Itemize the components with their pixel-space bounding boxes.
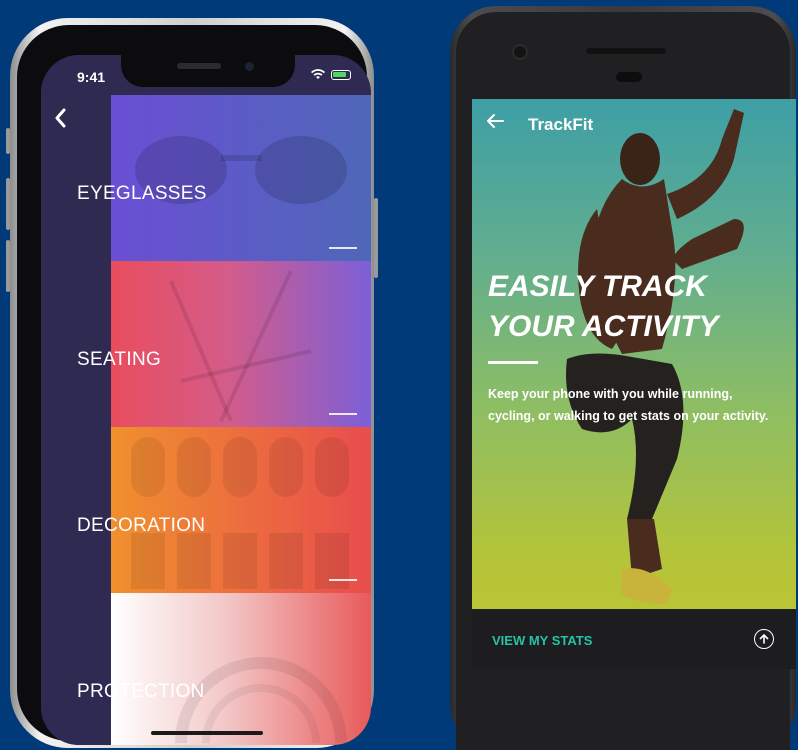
power-button — [374, 198, 378, 278]
hero-subtitle: Keep your phone with you while running, … — [488, 387, 769, 423]
eyeglasses-illustration — [135, 136, 347, 204]
chair-illustration — [169, 270, 312, 422]
notch — [121, 55, 295, 87]
category-label-eyeglasses: EYEGLASSES — [77, 183, 207, 204]
front-camera — [245, 62, 254, 71]
trackfit-screen: TrackFit EASILY TRACK YOUR ACTIVITY Keep… — [472, 99, 796, 669]
iphone-screen: 9:41 EYEGLASSES SEATING DECORATION PROTE… — [41, 55, 371, 745]
helmet-illustration — [175, 657, 347, 744]
decoration-illustration — [131, 437, 349, 589]
view-my-stats-button[interactable]: VIEW MY STATS — [492, 633, 592, 648]
category-decoration[interactable] — [111, 427, 371, 593]
category-label-seating: SEATING — [77, 349, 162, 370]
home-indicator[interactable] — [151, 731, 263, 735]
android-device: TrackFit EASILY TRACK YOUR ACTIVITY Keep… — [450, 6, 796, 750]
android-bezel: TrackFit EASILY TRACK YOUR ACTIVITY Keep… — [456, 12, 796, 750]
status-time: 9:41 — [77, 69, 106, 85]
app-bar: TrackFit — [472, 99, 796, 149]
hero-title-line1: EASILY TRACK — [488, 270, 707, 303]
volume-up-button — [6, 178, 10, 230]
volume-down-button — [6, 240, 10, 292]
iphone-device: 9:41 EYEGLASSES SEATING DECORATION PROTE… — [6, 18, 378, 748]
category-indicator — [329, 247, 357, 249]
side-rail — [41, 55, 111, 745]
speaker — [586, 48, 666, 54]
earpiece — [616, 72, 642, 82]
status-icons — [311, 69, 351, 80]
front-camera — [512, 44, 528, 60]
mute-switch — [6, 128, 10, 154]
speaker — [177, 63, 221, 69]
arrow-left-icon[interactable] — [486, 112, 504, 135]
app-title: TrackFit — [528, 115, 594, 134]
bottom-action-bar: VIEW MY STATS — [472, 609, 796, 669]
arrow-up-circle-icon[interactable] — [754, 629, 774, 649]
battery-icon — [331, 69, 351, 80]
hero-divider — [488, 361, 538, 364]
category-label-decoration: DECORATION — [77, 515, 206, 536]
iphone-bezel: 9:41 EYEGLASSES SEATING DECORATION PROTE… — [17, 25, 371, 745]
category-seating[interactable] — [111, 261, 371, 427]
hero-title: EASILY TRACK YOUR ACTIVITY — [488, 267, 748, 347]
chevron-left-icon[interactable] — [53, 105, 67, 135]
category-indicator — [329, 413, 357, 415]
wifi-icon — [311, 69, 325, 79]
category-label-protection: PROTECTION — [77, 681, 205, 702]
athlete-photo — [566, 109, 744, 604]
category-protection[interactable] — [111, 593, 371, 745]
hero-title-line2: YOUR ACTIVITY — [488, 310, 719, 343]
category-eyeglasses[interactable] — [111, 95, 371, 261]
category-indicator — [329, 579, 357, 581]
